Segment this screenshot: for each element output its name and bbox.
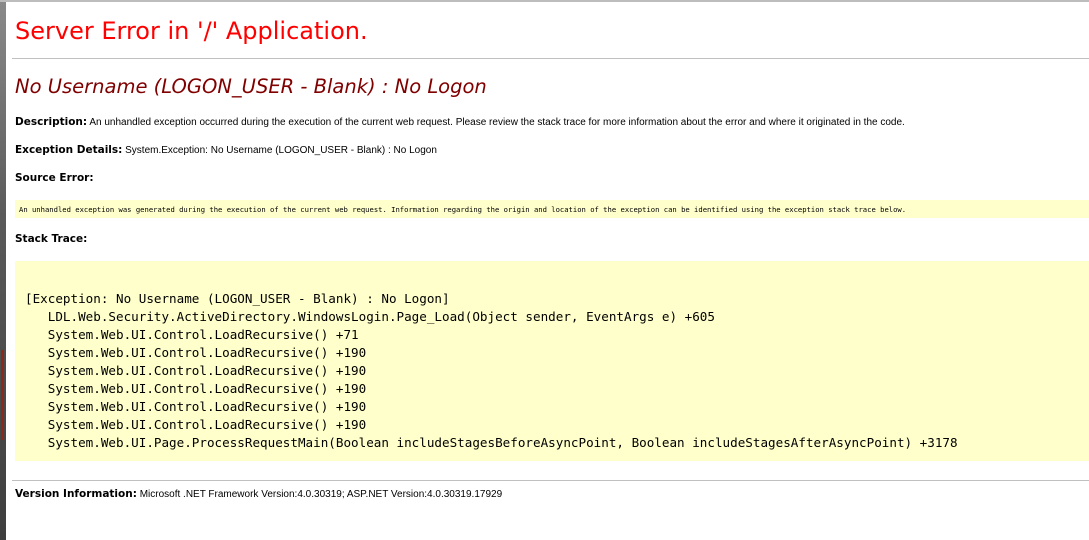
title-divider [12,58,1089,59]
source-error-text: An unhandled exception was generated dur… [19,205,907,214]
description-line: Description: An unhandled exception occu… [15,116,905,128]
description-text: An unhandled exception occurred during t… [87,117,905,128]
description-label: Description: [15,116,88,128]
stack-trace-line: [Exception: No Username (LOGON_USER - Bl… [25,291,450,306]
stack-trace-line: System.Web.UI.Control.LoadRecursive() +1… [25,363,367,378]
stack-trace-line: System.Web.UI.Control.LoadRecursive() +1… [25,399,367,414]
exception-details-label: Exception Details: [15,144,123,156]
window-edge-accent [1,350,4,440]
stack-trace-box: [Exception: No Username (LOGON_USER - Bl… [15,261,1089,461]
page-title: Server Error in '/' Application. [15,17,368,45]
source-error-box: An unhandled exception was generated dur… [15,200,1089,218]
footer-divider [12,480,1089,481]
stack-trace-line: System.Web.UI.Control.LoadRecursive() +1… [25,417,367,432]
stack-trace-label: Stack Trace: [15,233,88,245]
stack-trace-line: System.Web.UI.Control.LoadRecursive() +1… [25,381,367,396]
version-information-line: Version Information: Microsoft .NET Fram… [15,488,502,500]
stack-trace-line: System.Web.UI.Control.LoadRecursive() +7… [25,327,359,342]
exception-details-line: Exception Details: System.Exception: No … [15,144,437,156]
exception-details-text: System.Exception: No Username (LOGON_USE… [122,145,437,156]
error-heading: No Username (LOGON_USER - Blank) : No Lo… [15,75,487,98]
source-error-label: Source Error: [15,172,94,184]
stack-trace-line: System.Web.UI.Page.ProcessRequestMain(Bo… [25,435,958,450]
top-divider [0,0,1089,2]
stack-trace-line: System.Web.UI.Control.LoadRecursive() +1… [25,345,367,360]
window-left-edge [0,0,6,540]
version-information-label: Version Information: [15,488,137,500]
version-information-text: Microsoft .NET Framework Version:4.0.303… [136,489,503,500]
stack-trace-line: LDL.Web.Security.ActiveDirectory.Windows… [25,309,715,324]
